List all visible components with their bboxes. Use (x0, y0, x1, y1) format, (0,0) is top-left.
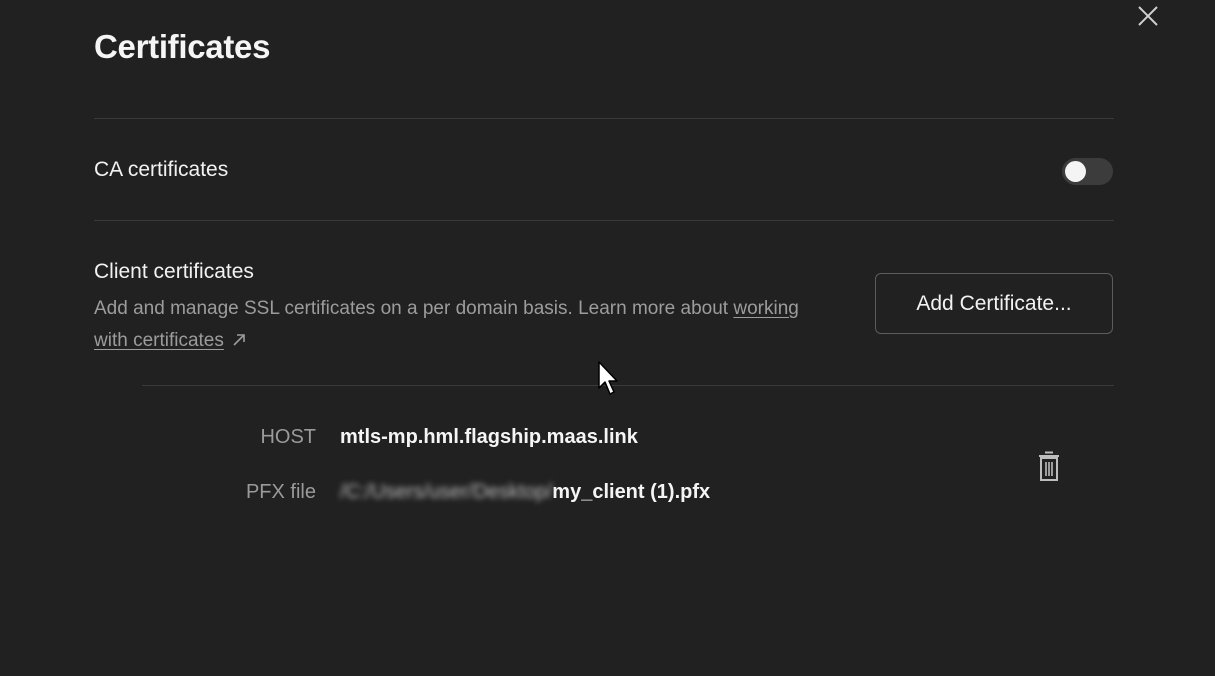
client-certificates-title: Client certificates (94, 260, 254, 283)
certificates-dialog: Certificates CA certificates Client cert… (0, 0, 1215, 676)
pfx-filename: my_client (1).pfx (552, 481, 711, 503)
divider (94, 220, 1114, 221)
divider (142, 385, 1114, 386)
delete-certificate-button[interactable] (1036, 450, 1062, 484)
client-certificates-description: Add and manage SSL certificates on a per… (94, 293, 824, 358)
trash-icon (1039, 451, 1059, 481)
ca-certificates-toggle[interactable] (1062, 158, 1113, 185)
add-certificate-button[interactable]: Add Certificate... (875, 273, 1113, 334)
close-icon (1138, 6, 1158, 26)
dialog-title: Certificates (94, 28, 271, 65)
divider (94, 118, 1114, 119)
external-link-icon (232, 326, 246, 358)
pfx-file-value: /C:/Users/user/Desktop/my_client (1).pfx (340, 481, 710, 504)
close-button[interactable] (1134, 2, 1162, 30)
description-text: Add and manage SSL certificates on a per… (94, 298, 734, 319)
host-label: HOST (260, 426, 316, 448)
pfx-file-label: PFX file (245, 481, 316, 503)
toggle-knob (1065, 161, 1086, 182)
pfx-path-redacted: /C:/Users/user/Desktop/ (340, 481, 553, 503)
ca-certificates-label: CA certificates (94, 158, 229, 181)
mouse-cursor-icon (597, 360, 623, 398)
host-value: mtls-mp.hml.flagship.maas.link (340, 426, 638, 448)
